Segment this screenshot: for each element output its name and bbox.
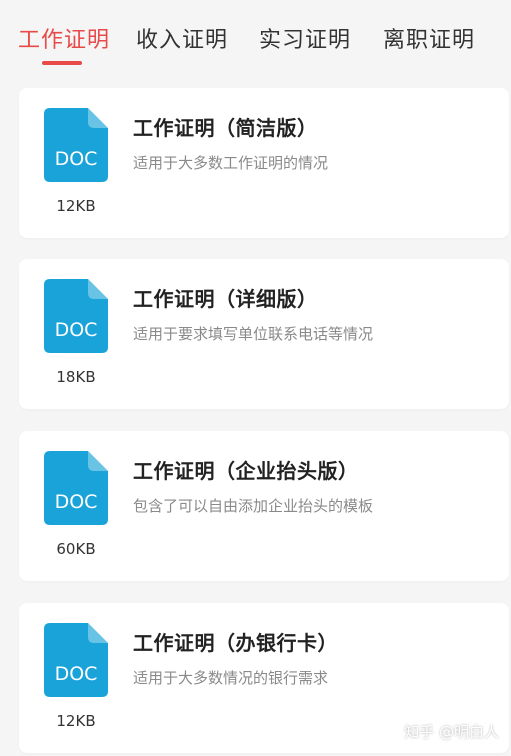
doc-icon-label: DOC — [55, 319, 98, 341]
category-tabs: 工作证明 收入证明 实习证明 离职证明 — [0, 0, 511, 78]
file-size: 12KB — [56, 712, 96, 730]
template-card[interactable]: DOC 60KB 工作证明（企业抬头版） 包含了可以自由添加企业抬头的模板 — [19, 431, 509, 581]
template-title: 工作证明（办银行卡） — [133, 631, 338, 655]
template-title: 工作证明（企业抬头版） — [133, 459, 359, 483]
template-description: 适用于大多数工作证明的情况 — [133, 154, 329, 172]
doc-file-icon: DOC — [44, 451, 108, 525]
doc-file-icon: DOC — [44, 623, 108, 697]
tab-work-certificate[interactable]: 工作证明 — [18, 22, 110, 54]
file-size: 12KB — [56, 197, 96, 215]
file-size: 60KB — [56, 540, 96, 558]
tab-resignation-certificate[interactable]: 离职证明 — [383, 22, 475, 54]
doc-file-icon: DOC — [44, 279, 108, 353]
template-title: 工作证明（简洁版） — [133, 116, 318, 140]
active-tab-indicator — [42, 61, 82, 65]
tab-internship-certificate[interactable]: 实习证明 — [259, 22, 351, 54]
doc-icon-label: DOC — [55, 148, 98, 170]
watermark: 知乎 @明白人 — [404, 723, 499, 741]
template-description: 适用于大多数情况的银行需求 — [133, 669, 329, 687]
template-description: 适用于要求填写单位联系电话等情况 — [133, 325, 374, 343]
file-size: 18KB — [56, 368, 96, 386]
template-title: 工作证明（详细版） — [133, 287, 318, 311]
doc-icon-label: DOC — [55, 491, 98, 513]
template-card[interactable]: DOC 18KB 工作证明（详细版） 适用于要求填写单位联系电话等情况 — [19, 259, 509, 409]
tab-income-certificate[interactable]: 收入证明 — [136, 22, 228, 54]
doc-icon-label: DOC — [55, 663, 98, 685]
doc-file-icon: DOC — [44, 108, 108, 182]
template-card[interactable]: DOC 12KB 工作证明（简洁版） 适用于大多数工作证明的情况 — [19, 88, 509, 238]
template-description: 包含了可以自由添加企业抬头的模板 — [133, 497, 374, 515]
